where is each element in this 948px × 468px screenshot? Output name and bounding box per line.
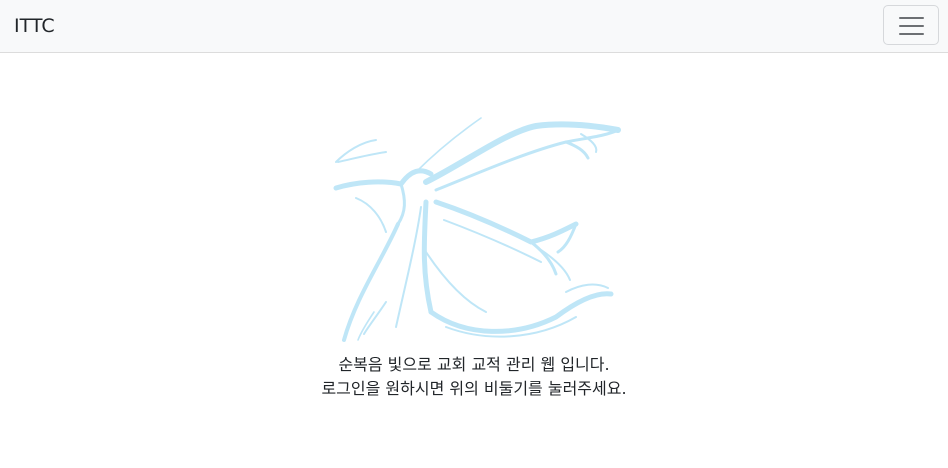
dove-icon[interactable] (326, 112, 626, 344)
hamburger-menu-icon (899, 17, 924, 19)
navbar-brand[interactable]: ITTC (14, 14, 55, 38)
hamburger-menu-icon-bar (899, 33, 924, 35)
welcome-line-2: 로그인을 원하시면 위의 비둘기를 눌러주세요. (321, 379, 627, 398)
navbar-toggler-button[interactable] (883, 5, 939, 45)
welcome-line-1: 순복음 빛으로 교회 교적 관리 웹 입니다. (338, 355, 610, 374)
top-navbar: ITTC (0, 0, 948, 53)
hamburger-menu-icon-bar (899, 25, 924, 27)
welcome-message: 순복음 빛으로 교회 교적 관리 웹 입니다. 로그인을 원하시면 위의 비둘기… (0, 353, 948, 401)
